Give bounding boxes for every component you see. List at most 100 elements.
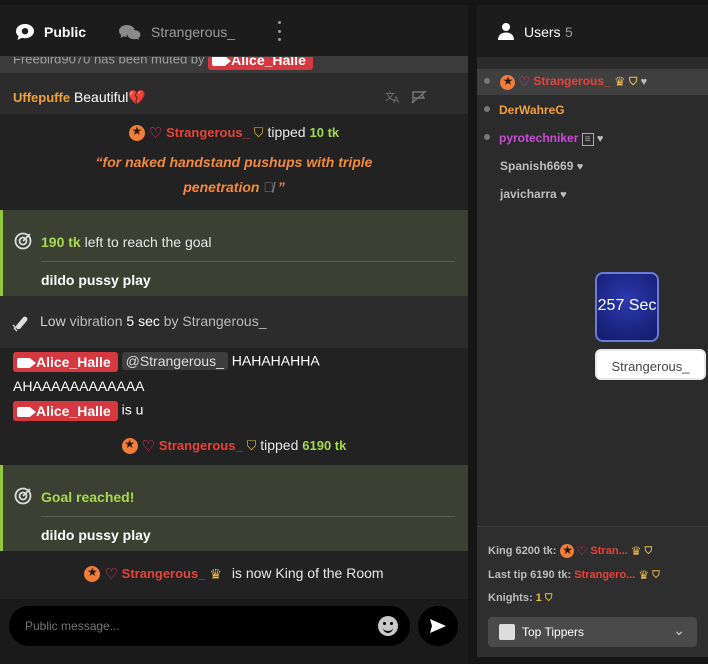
tab-public[interactable]: Public [15, 20, 86, 44]
goal-name: dildo pussy play [41, 527, 151, 543]
user-name: pyrotechniker [499, 131, 579, 145]
king-stat: King 6200 tk: ♡ Stran... ♛ ⛉ [488, 543, 653, 558]
tip-note-line2: penetration 👁̸ ” [0, 179, 468, 195]
vibration-by: by Strangerous_ [163, 313, 267, 329]
crown-icon: ♛ [614, 74, 626, 89]
shield-icon: ⛉ [652, 569, 660, 581]
vibration-notice: Low vibration 5 sec by Strangerous_ [0, 296, 468, 348]
knights-label: Knights: [488, 592, 533, 604]
users-count: 5 [565, 24, 573, 40]
message-text: is u [121, 401, 144, 418]
user-list-item[interactable]: ♡ Strangerous_ ♛ ⛉ ♥ [477, 69, 708, 95]
hidden-eye-icon: 👁̸ [263, 179, 274, 195]
user-icon [498, 23, 514, 40]
mention-tag[interactable]: @Strangerous_ [121, 351, 228, 370]
message-text: Beautiful💔 [73, 89, 146, 105]
star-icon [559, 543, 576, 558]
heart-icon: ♥ [640, 76, 648, 89]
more-options-icon[interactable] [272, 21, 286, 41]
user-badge-alice-halle[interactable]: Alice_Halle [13, 401, 118, 421]
tipper-username[interactable]: Strangerous_ [166, 125, 250, 140]
tipper-username[interactable]: Strangerous_ [159, 438, 243, 453]
user-list-item[interactable]: pyrotechniker ≡ ♥ [477, 125, 708, 151]
translate-icon[interactable]: 文A [385, 90, 401, 104]
tab-private-strangerous[interactable]: Strangerous_ [118, 20, 235, 44]
last-tip-name[interactable]: Strangero... [574, 569, 635, 581]
send-icon [430, 619, 446, 633]
user-entry: ♡ Strangerous_ ♛ ⛉ ♥ [500, 74, 647, 90]
goal-name: dildo pussy play [41, 272, 151, 288]
users-title: Users [524, 24, 561, 40]
chat-tab-bar: Public Strangerous_ [0, 5, 468, 57]
tip-message: ♡ Strangerous_ ⛉ tipped 6190 tk [0, 428, 468, 465]
camera-icon [212, 56, 232, 66]
divider [41, 261, 455, 262]
king-text: is now King of the Room [231, 565, 384, 581]
user-list-item[interactable]: Spanish6669 ♥ [477, 153, 708, 179]
king-line: ♡ Strangerous_ ♛ is now King of the Room [0, 565, 468, 583]
chat-message-content: Alice_Halle @Strangerous_ HAHAHAHHA [13, 351, 320, 372]
user-list-item[interactable]: DerWahreG [477, 97, 708, 123]
chat-bubbles-icon [119, 25, 142, 41]
camera-icon [17, 407, 36, 417]
shield-icon: ⛉ [644, 545, 653, 557]
top-tippers-dropdown[interactable]: Top Tippers ⌄ [488, 617, 697, 647]
heart-icon: ♥ [596, 133, 604, 145]
chat-message: Alice_Halle @Strangerous_ HAHAHAHHA AHAA… [0, 348, 468, 398]
goal-reached-title: Goal reached! [41, 489, 135, 505]
chat-bubble-icon [16, 24, 34, 40]
crown-icon: ♛ [638, 568, 650, 582]
user-badge-alice-halle[interactable]: Alice_Halle [13, 352, 118, 372]
tab-public-label: Public [44, 24, 87, 40]
send-button[interactable] [418, 606, 458, 646]
chat-message: Alice_Halle is u [0, 398, 468, 428]
goal-progress-card: 190 tk left to reach the goal dildo puss… [0, 210, 468, 296]
emoji-icon[interactable] [378, 616, 398, 636]
document-icon: ≡ [581, 133, 594, 146]
trophy-icon [499, 624, 515, 640]
king-notice: ♡ Strangerous_ ♛ is now King of the Room [0, 551, 468, 599]
king-label: King 6200 tk: [488, 544, 557, 557]
message-username[interactable]: Uffepuffe [13, 90, 70, 105]
king-name[interactable]: Stran... [590, 545, 627, 557]
last-tip-label: Last tip 6190 tk: [488, 568, 572, 581]
status-dot [484, 106, 490, 112]
tip-line: ♡ Strangerous_ ⛉ tipped 10 tk [0, 124, 468, 142]
report-flag-icon[interactable] [411, 90, 427, 104]
heart-icon: ♥ [576, 161, 584, 173]
room-stats: King 6200 tk: ♡ Stran... ♛ ⛉ Last tip 61… [477, 526, 708, 657]
public-message-input[interactable] [9, 606, 410, 646]
heart-icon: ♡ [576, 544, 588, 558]
knights-count: 1 [535, 592, 542, 604]
goal-remaining: 190 tk left to reach the goal [41, 234, 211, 250]
vibration-word: vibration [69, 313, 123, 329]
status-dot [484, 134, 490, 140]
star-icon [500, 74, 516, 90]
message-username: Alice_Halle [36, 403, 111, 419]
user-entry: javicharra ♥ [500, 187, 567, 201]
king-username[interactable]: Strangerous_ [122, 566, 206, 581]
user-entry: pyrotechniker ≡ ♥ [499, 131, 604, 146]
target-icon [14, 487, 32, 505]
crown-icon: ♛ [630, 544, 642, 558]
chat-message-content: Alice_Halle is u [13, 401, 143, 421]
users-panel: Users 5 ♡ Strangerous_ ♛ ⛉ ♥ DerWahreG p… [477, 5, 708, 657]
user-name: Spanish6669 [500, 159, 574, 173]
knights-stat: Knights: 1 ⛉ [488, 592, 552, 604]
message-username: Alice_Halle [36, 354, 111, 370]
vibration-level: Low [40, 313, 66, 329]
goal-remaining-amount: 190 tk [41, 234, 81, 250]
vibration-icon [12, 316, 28, 332]
status-dot [484, 78, 490, 84]
message-composer [0, 599, 468, 664]
star-icon [121, 437, 138, 455]
chevron-down-icon: ⌄ [673, 622, 685, 638]
tip-note-text: penetration [183, 179, 260, 195]
message-text: HAHAHAHHA [231, 352, 320, 369]
user-name: javicharra [500, 187, 557, 201]
chat-message-content: Uffepuffe Beautiful💔 [13, 89, 146, 106]
tip-note-line1: “for naked handstand pushups with triple [95, 154, 373, 170]
user-list-item[interactable]: javicharra ♥ [477, 181, 708, 207]
tab-private-label: Strangerous_ [151, 24, 236, 40]
timer-user-label[interactable]: Strangerous_ [595, 349, 706, 380]
